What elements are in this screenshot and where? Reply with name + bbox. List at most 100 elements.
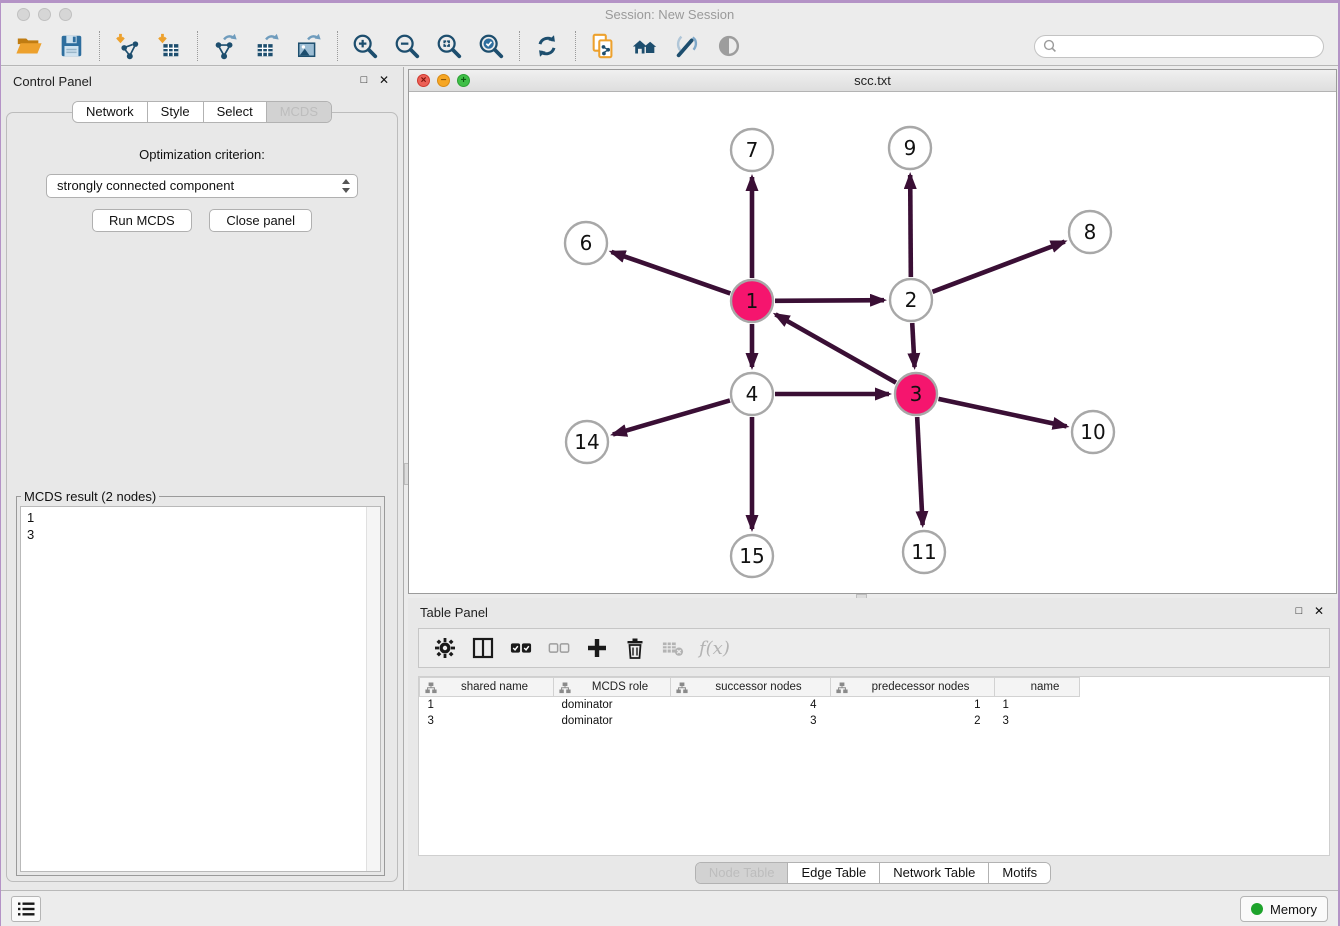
export-table-button[interactable] (249, 30, 285, 62)
show-hidden-button[interactable] (711, 30, 747, 62)
delete-table-button[interactable] (657, 633, 689, 663)
node-table: shared nameMCDS rolesuccessor nodesprede… (419, 677, 1080, 729)
merge-columns-button[interactable] (467, 633, 499, 663)
graph-edge-4-14[interactable] (613, 400, 730, 434)
show-columns-button[interactable] (505, 633, 537, 663)
zoom-fit-icon (435, 32, 463, 60)
delete-row-button[interactable] (619, 633, 651, 663)
table-cell[interactable]: 3 (420, 713, 554, 729)
delete-table-icon (662, 637, 684, 659)
table-cell[interactable]: dominator (554, 713, 671, 729)
tab-motifs[interactable]: Motifs (988, 863, 1050, 883)
search-icon (1043, 39, 1057, 53)
main-toolbar (1, 27, 1338, 66)
import-table-button[interactable] (151, 30, 187, 62)
plus-icon (586, 637, 608, 659)
table-cell[interactable]: 3 (995, 713, 1080, 729)
column-header-shared-name[interactable]: shared name (420, 678, 554, 697)
chevron-updown-icon (342, 178, 351, 194)
tab-node-table[interactable]: Node Table (696, 863, 788, 883)
tab-network-table[interactable]: Network Table (879, 863, 988, 883)
table-cell[interactable]: 1 (995, 697, 1080, 713)
graph-node-label-7: 7 (746, 138, 759, 162)
mcds-result-text[interactable]: 1 3 (27, 509, 364, 869)
import-table-icon (155, 32, 183, 60)
float-panel-icon[interactable]: □ (357, 73, 371, 87)
search-input[interactable] (1057, 39, 1315, 53)
function-builder-button[interactable]: f(x) (699, 638, 730, 659)
import-network-button[interactable] (109, 30, 145, 62)
graph-node-label-15: 15 (739, 544, 764, 568)
column-header-predecessor-nodes[interactable]: predecessor nodes (831, 678, 995, 697)
graph-edge-2-8[interactable] (933, 242, 1065, 292)
table-cell[interactable]: 3 (671, 713, 831, 729)
save-session-button[interactable] (53, 30, 89, 62)
export-image-icon (295, 32, 323, 60)
column-header-successor-nodes[interactable]: successor nodes (671, 678, 831, 697)
close-table-panel-icon[interactable]: ✕ (1312, 604, 1326, 618)
run-mcds-button[interactable]: Run MCDS (92, 209, 192, 232)
clone-network-button[interactable] (585, 30, 621, 62)
add-row-button[interactable] (581, 633, 613, 663)
zoom-fit-button[interactable] (431, 30, 467, 62)
network-canvas[interactable]: 7968124314101511 (409, 92, 1336, 593)
control-panel-header: Control Panel □ ✕ (1, 67, 403, 95)
graph-edge-3-1[interactable] (775, 314, 896, 382)
graph-node-label-6: 6 (580, 231, 593, 255)
open-folder-icon (15, 32, 43, 60)
table-header-row: shared nameMCDS rolesuccessor nodesprede… (420, 678, 1080, 697)
graph-edge-3-10[interactable] (938, 399, 1066, 427)
memory-button[interactable]: Memory (1240, 896, 1328, 922)
optimization-criterion-label: Optimization criterion: (7, 147, 397, 162)
table-row[interactable]: 1dominator411 (420, 697, 1080, 713)
open-session-button[interactable] (11, 30, 47, 62)
tab-style[interactable]: Style (147, 102, 203, 122)
close-panel-button[interactable]: Close panel (209, 209, 312, 232)
export-network-button[interactable] (207, 30, 243, 62)
mcds-result-box: 1 3 (20, 506, 381, 872)
graph-node-label-1: 1 (746, 289, 759, 313)
column-header-MCDS-role[interactable]: MCDS role (554, 678, 671, 697)
close-panel-icon[interactable]: ✕ (377, 73, 391, 87)
list-icon (17, 901, 35, 917)
refresh-layout-button[interactable] (529, 30, 565, 62)
table-settings-button[interactable] (429, 633, 461, 663)
houses-icon (631, 32, 659, 60)
graph-node-label-4: 4 (746, 382, 759, 406)
graph-edge-2-3[interactable] (912, 323, 914, 367)
checked-boxes-icon (510, 637, 532, 659)
hide-columns-button[interactable] (543, 633, 575, 663)
gear-icon (434, 637, 456, 659)
table-cell[interactable]: 4 (671, 697, 831, 713)
graph-edge-1-6[interactable] (611, 252, 730, 294)
tab-network[interactable]: Network (73, 102, 147, 122)
export-image-button[interactable] (291, 30, 327, 62)
table-cell[interactable]: 1 (420, 697, 554, 713)
hide-selected-button[interactable] (669, 30, 705, 62)
zoom-in-icon (351, 32, 379, 60)
table-row[interactable]: 3dominator323 (420, 713, 1080, 729)
tab-edge-table[interactable]: Edge Table (787, 863, 879, 883)
network-window-titlebar[interactable]: × − + scc.txt (409, 70, 1336, 92)
table-cell[interactable]: dominator (554, 697, 671, 713)
graph-node-label-11: 11 (911, 540, 936, 564)
app-title-bar: Session: New Session (1, 3, 1338, 27)
show-panel-list-button[interactable] (11, 896, 41, 922)
table-cell[interactable]: 2 (831, 713, 995, 729)
graph-edge-2-9[interactable] (910, 175, 911, 277)
graph-node-label-3: 3 (910, 382, 923, 406)
zoom-selected-button[interactable] (473, 30, 509, 62)
table-cell[interactable]: 1 (831, 697, 995, 713)
tab-mcds[interactable]: MCDS (266, 102, 331, 122)
graph-edge-1-2[interactable] (775, 300, 884, 301)
zoom-in-button[interactable] (347, 30, 383, 62)
float-table-panel-icon[interactable]: □ (1292, 604, 1306, 618)
toolbar-separator (519, 31, 520, 61)
optimization-criterion-select[interactable]: strongly connected component (46, 174, 358, 198)
zoom-out-button[interactable] (389, 30, 425, 62)
graph-edge-3-11[interactable] (917, 417, 922, 525)
first-neighbors-button[interactable] (627, 30, 663, 62)
column-header-name[interactable]: name (995, 678, 1080, 697)
tab-select[interactable]: Select (203, 102, 266, 122)
mcds-result-scrollbar[interactable] (366, 507, 380, 871)
